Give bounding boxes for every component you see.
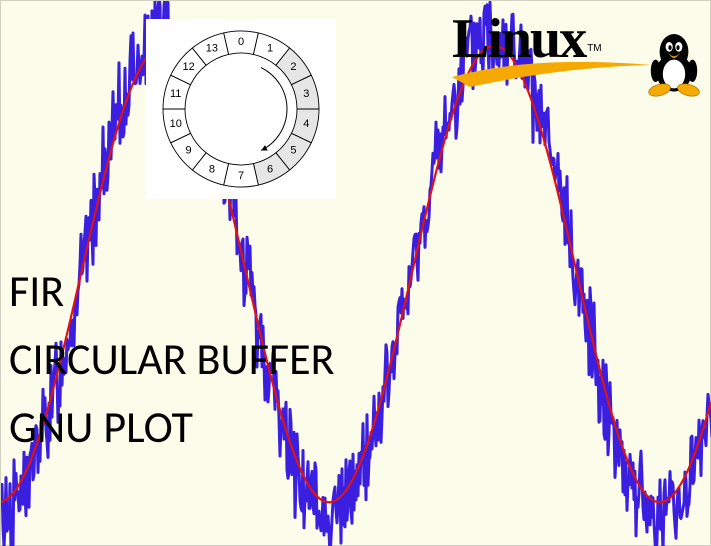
circular-buffer-diagram: 012345678910111213 — [146, 19, 336, 199]
buffer-slot-label: 3 — [303, 88, 309, 100]
tux-icon — [646, 17, 702, 107]
linux-swoosh — [452, 59, 652, 89]
buffer-arrow-arc — [261, 68, 287, 151]
buffer-slot-label: 1 — [267, 43, 273, 55]
buffer-slot-label: 8 — [209, 163, 215, 175]
caption-fir: FIR — [9, 257, 335, 325]
buffer-slot-label: 9 — [186, 145, 192, 157]
buffer-slot-label: 12 — [182, 61, 194, 73]
buffer-slot-label: 11 — [170, 88, 181, 100]
buffer-slot-label: 13 — [206, 43, 218, 55]
caption-circular-buffer: CIRCULAR BUFFER — [9, 325, 335, 393]
caption-gnu-plot: GNU PLOT — [9, 393, 335, 461]
buffer-slot-label: 5 — [290, 145, 296, 157]
buffer-slot-label: 10 — [170, 118, 182, 130]
buffer-slot-label: 4 — [303, 118, 309, 130]
buffer-slot-label: 7 — [238, 170, 244, 182]
buffer-slot-label: 2 — [290, 61, 296, 73]
stage: 012345678910111213 LinuxTM — [0, 0, 711, 546]
buffer-slot-label: 0 — [238, 36, 244, 48]
trademark-symbol: TM — [587, 43, 601, 54]
linux-logo: LinuxTM — [452, 11, 702, 151]
caption-block: FIR CIRCULAR BUFFER GNU PLOT — [9, 257, 335, 462]
buffer-slot-label: 6 — [267, 163, 273, 175]
buffer-arrow-head — [261, 145, 268, 150]
